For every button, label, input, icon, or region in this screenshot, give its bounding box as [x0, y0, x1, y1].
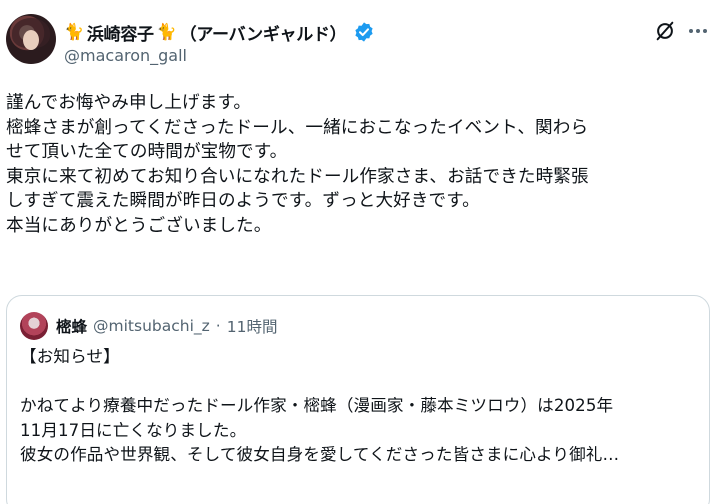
more-dot	[696, 29, 700, 33]
quoted-text-line: かねてより療養中だったドール作家・樒蜂（漫画家・藤本ミツロウ）は2025年	[20, 396, 614, 415]
post-text-line: 東京に来て初めてお知り合いになれたドール作家さま、お話できた時緊張	[6, 166, 589, 187]
avatar-face	[23, 30, 39, 50]
more-dot	[703, 29, 707, 33]
grok-icon[interactable]	[654, 20, 676, 42]
dot-separator: ·	[215, 317, 221, 335]
quoted-author-avatar	[20, 312, 48, 340]
author-handle[interactable]: @macaron_gall	[64, 46, 187, 65]
cat-icon: 🐈	[156, 22, 177, 41]
more-icon[interactable]	[686, 20, 710, 42]
post-text-line: しすぎて震えた瞬間が昨日のようです。ずっと大好きです。	[6, 191, 480, 211]
quoted-text-line: 【お知らせ】	[20, 347, 120, 366]
post-text-line: 樒蜂さまが創ってくださったドール、一緒におこなったイベント、関わら	[6, 117, 589, 138]
quoted-post-text: 【お知らせ】 かねてより療養中だったドール作家・樒蜂（漫画家・藤本ミツロウ）は2…	[20, 345, 709, 468]
quoted-text-line: 11月17日に亡くなりました。	[20, 420, 247, 440]
post-text-line: 本当にありがとうございました。	[6, 215, 272, 236]
quoted-post-time: 11時間	[226, 318, 278, 336]
author-name-row[interactable]: 🐈 浜崎容子 🐈 （アーバンギャルド）	[64, 20, 375, 45]
verified-badge-icon	[355, 22, 373, 42]
author-avatar[interactable]	[6, 14, 56, 64]
cat-icon: 🐈	[64, 22, 84, 41]
more-dot	[689, 29, 693, 33]
quoted-author-handle: @mitsubachi_z	[93, 317, 210, 335]
author-display-name[interactable]: 浜崎容子	[87, 20, 154, 45]
quoted-author-name: 樒蜂	[56, 318, 88, 336]
quoted-text-line	[20, 370, 709, 395]
quoted-post[interactable]: 樒蜂 @mitsubachi_z · 11時間 【お知らせ】 かねてより療養中だ…	[6, 295, 710, 504]
post-text-line: せて頂いた全ての時間が宝物です。	[6, 142, 288, 162]
quoted-text-line: 彼女の作品や世界観、そして彼女自身を愛してくださった皆さまに心より御礼…	[20, 445, 620, 464]
author-display-name-suffix[interactable]: （アーバンギャルド）	[180, 20, 347, 45]
post-text: 謹んでお悔やみ申し上げます。 樒蜂さまが創ってくださったドール、一緒におこなった…	[6, 91, 718, 238]
post-text-line: 謹んでお悔やみ申し上げます。	[6, 93, 252, 113]
quoted-post-header: 樒蜂 @mitsubachi_z · 11時間	[56, 315, 277, 337]
